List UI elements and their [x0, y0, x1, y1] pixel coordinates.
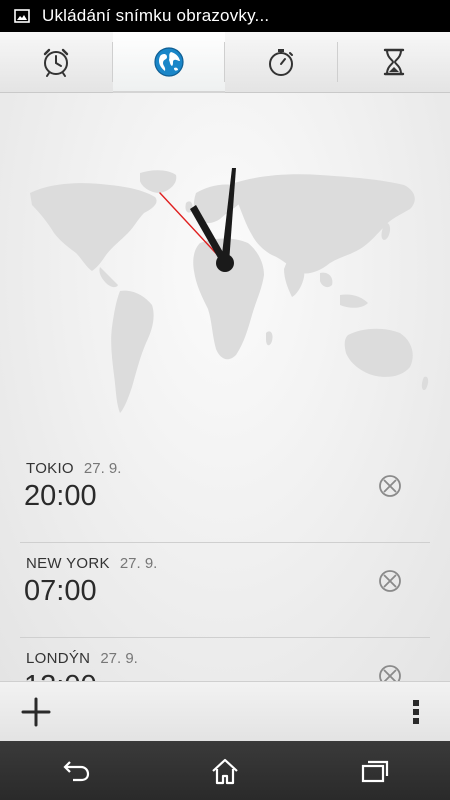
- world-clock-view: TOKIO 27. 9. 20:00 NEW YORK 27. 9. 07:00…: [0, 93, 450, 681]
- city-row[interactable]: NEW YORK 27. 9. 07:00: [20, 543, 430, 638]
- tab-stopwatch[interactable]: [225, 32, 338, 92]
- remove-city-icon[interactable]: [378, 474, 402, 498]
- tab-timer[interactable]: [338, 32, 450, 92]
- home-icon: [212, 758, 238, 784]
- city-row[interactable]: TOKIO 27. 9. 20:00: [20, 448, 430, 543]
- status-bar: Ukládání snímku obrazovky...: [0, 0, 450, 32]
- remove-city-icon[interactable]: [378, 569, 402, 593]
- remove-city-icon[interactable]: [378, 664, 402, 681]
- world-globe-icon: [154, 47, 184, 77]
- city-time: 20:00: [24, 480, 97, 512]
- hourglass-timer-icon: [383, 48, 404, 76]
- minute-hand: [221, 168, 236, 263]
- city-date: 27. 9.: [119, 555, 158, 572]
- tab-bar: [0, 32, 450, 93]
- back-button[interactable]: [35, 751, 115, 791]
- status-notification-text: Ukládání snímku obrazovky...: [42, 6, 270, 25]
- city-name: NEW YORK: [26, 555, 110, 572]
- alarm-clock-icon: [44, 48, 69, 77]
- city-date: 27. 9.: [83, 460, 122, 477]
- recent-apps-button[interactable]: [335, 751, 415, 791]
- analog-clock: [159, 168, 236, 272]
- stopwatch-icon: [269, 49, 294, 76]
- screenshot-image-icon: [14, 9, 30, 23]
- city-name: TOKIO: [26, 460, 74, 477]
- tab-world-clock[interactable]: [112, 32, 225, 93]
- navigation-bar: [0, 741, 450, 800]
- city-time: 12:00: [24, 670, 97, 681]
- city-list: TOKIO 27. 9. 20:00 NEW YORK 27. 9. 07:00…: [0, 448, 450, 681]
- city-name: LONDÝN: [26, 650, 91, 667]
- action-bar: [0, 681, 450, 742]
- city-date: 27. 9.: [100, 650, 138, 667]
- tab-alarm[interactable]: [0, 32, 113, 92]
- overflow-menu-icon[interactable]: [408, 694, 424, 730]
- world-map-clock: [0, 93, 450, 433]
- home-button[interactable]: [185, 751, 265, 791]
- clock-center: [216, 254, 234, 272]
- city-row[interactable]: LONDÝN 27. 9. 12:00: [20, 638, 430, 681]
- plus-icon[interactable]: [18, 694, 54, 730]
- city-time: 07:00: [24, 575, 97, 607]
- back-icon: [63, 760, 90, 781]
- recent-apps-icon: [361, 760, 389, 782]
